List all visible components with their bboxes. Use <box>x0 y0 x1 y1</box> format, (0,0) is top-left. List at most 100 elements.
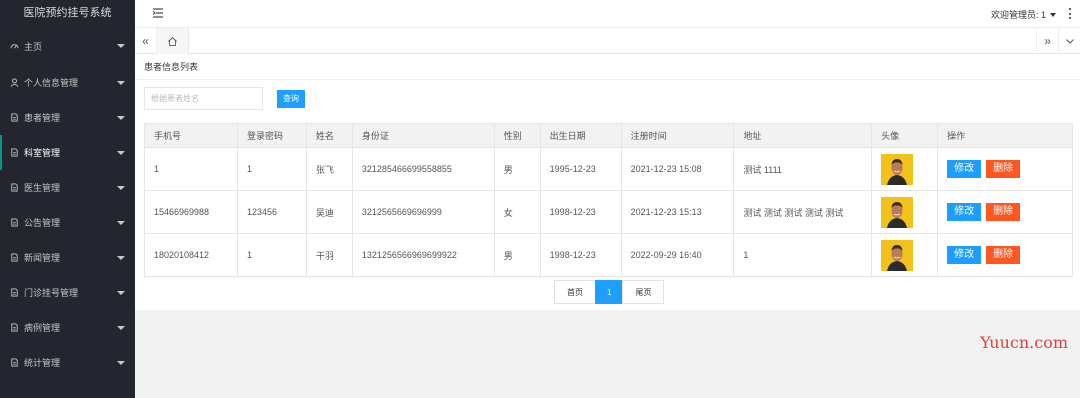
cell-address: 测试 测试 测试 测试 测试 <box>733 190 873 234</box>
panel-title: 患者信息列表 <box>135 54 1080 80</box>
sidebar: 医院预约挂号系统 主页 个人信息管理 患者管理 科室管理 医生管理 公告管理 新… <box>0 0 135 398</box>
sidebar-item-patients[interactable]: 患者管理 <box>0 100 135 135</box>
search-bar: 查询 <box>144 87 305 110</box>
tab-home[interactable] <box>157 28 189 54</box>
cell-phone: 18020108412 <box>144 233 238 277</box>
more-vertical-icon[interactable] <box>1068 8 1072 19</box>
column-header-password: 登录密码 <box>236 123 307 148</box>
cell-gender: 女 <box>493 190 541 234</box>
edit-button[interactable]: 修改 <box>947 160 982 178</box>
sidebar-item-registrations[interactable]: 门诊挂号管理 <box>0 275 135 310</box>
column-header-gender: 性别 <box>493 123 541 148</box>
sidebar-item-doctors[interactable]: 医生管理 <box>0 170 135 205</box>
top-header: 欢迎管理员: 1 <box>135 0 1080 28</box>
user-icon <box>9 78 19 88</box>
cell-name: 干羽 <box>305 233 353 277</box>
chevron-down-icon <box>117 255 125 260</box>
home-icon <box>168 36 177 46</box>
search-button[interactable]: 查询 <box>277 89 305 108</box>
cell-register-time: 2022-09-29 16:40 <box>620 233 735 277</box>
delete-button[interactable]: 删除 <box>986 160 1021 178</box>
sidebar-item-label: 主页 <box>24 41 43 52</box>
cell-avatar <box>871 190 939 234</box>
tab-scroll-left-icon[interactable]: « <box>135 28 157 54</box>
sidebar-item-label: 患者管理 <box>24 113 61 123</box>
app-root: 医院预约挂号系统 主页 个人信息管理 患者管理 科室管理 医生管理 公告管理 新… <box>0 0 1080 398</box>
column-header-name: 姓名 <box>305 123 353 148</box>
cell-register-time: 2021-12-23 15:13 <box>620 190 735 234</box>
cell-avatar <box>871 233 939 277</box>
cell-password: 1 <box>236 147 307 191</box>
chevron-down-icon <box>117 150 125 155</box>
cell-actions: 修改 删除 <box>937 233 1073 277</box>
sidebar-item-label: 病例管理 <box>24 323 61 333</box>
table-header-row: 手机号 登录密码 姓名 身份证 性别 出生日期 注册时间 地址 头像 操作 <box>144 123 1073 148</box>
cell-id-card: 3212565669696999 <box>351 190 495 234</box>
cell-id-card: 1321256566969699922 <box>351 233 495 277</box>
sidebar-item-announcements[interactable]: 公告管理 <box>0 205 135 240</box>
table-row: 1 1 张飞 321285466699558855 男 1995-12-23 2… <box>144 147 1073 191</box>
cell-password: 1 <box>236 233 307 277</box>
tab-scroll-right-icon[interactable]: » <box>1036 28 1058 54</box>
sidebar-item-label: 科室管理 <box>24 148 61 158</box>
avatar <box>881 196 914 228</box>
file-icon <box>9 113 19 123</box>
column-header-birthdate: 出生日期 <box>539 123 622 148</box>
last-page-link[interactable]: 尾页 <box>622 280 665 304</box>
edit-button[interactable]: 修改 <box>947 246 982 264</box>
cell-name: 张飞 <box>305 147 353 191</box>
sidebar-item-label: 医生管理 <box>24 183 61 193</box>
current-page-link[interactable]: 1 <box>595 280 624 304</box>
chevron-down-icon <box>117 290 125 295</box>
chevron-down-icon <box>117 325 125 330</box>
delete-button[interactable]: 删除 <box>986 203 1021 221</box>
sidebar-item-cases[interactable]: 病例管理 <box>0 310 135 345</box>
cell-address: 测试 1111 <box>733 147 873 191</box>
cell-birthdate: 1998-12-23 <box>539 190 622 234</box>
sidebar-item-label: 门诊挂号管理 <box>24 288 79 298</box>
cell-name: 吴迪 <box>305 190 353 234</box>
column-header-phone: 手机号 <box>144 123 238 148</box>
app-logo-title[interactable]: 医院预约挂号系统 <box>0 0 135 27</box>
tab-bar: « » <box>135 28 1080 54</box>
sidebar-item-profile[interactable]: 个人信息管理 <box>0 65 135 100</box>
cell-birthdate: 1995-12-23 <box>539 147 622 191</box>
file-icon <box>9 148 19 158</box>
file-icon <box>9 358 19 368</box>
delete-button[interactable]: 删除 <box>986 246 1021 264</box>
chevron-down-icon <box>117 115 125 120</box>
sidebar-item-statistics[interactable]: 统计管理 <box>0 345 135 380</box>
caret-down-icon <box>1050 12 1056 17</box>
first-page-link[interactable]: 首页 <box>554 280 596 304</box>
column-header-register-time: 注册时间 <box>620 123 735 148</box>
sidebar-item-departments[interactable]: 科室管理 <box>0 135 135 170</box>
file-icon <box>9 253 19 263</box>
column-header-actions: 操作 <box>937 123 1073 148</box>
patient-name-search-input[interactable] <box>144 87 263 110</box>
cell-birthdate: 1998-12-23 <box>539 233 622 277</box>
cell-phone: 1 <box>144 147 238 191</box>
pagination: 首页 1 尾页 <box>554 280 665 304</box>
cell-register-time: 2021-12-23 15:08 <box>620 147 735 191</box>
cell-phone: 15466969988 <box>144 190 238 234</box>
cell-password: 123456 <box>236 190 307 234</box>
sidebar-item-news[interactable]: 新闻管理 <box>0 240 135 275</box>
tab-options-icon[interactable] <box>1058 28 1080 54</box>
chevron-down-icon <box>117 360 125 365</box>
column-header-id-card: 身份证 <box>351 123 495 148</box>
edit-button[interactable]: 修改 <box>947 203 982 221</box>
sidebar-item-label: 个人信息管理 <box>24 78 79 88</box>
sidebar-item-home[interactable]: 主页 <box>0 27 135 65</box>
chevron-down-icon <box>117 220 125 225</box>
menu-toggle-icon[interactable] <box>152 7 164 19</box>
gauge-icon <box>9 41 19 51</box>
cell-gender: 男 <box>493 147 541 191</box>
user-menu[interactable]: 欢迎管理员: 1 <box>991 8 1056 21</box>
cell-gender: 男 <box>493 233 541 277</box>
sidebar-item-label: 公告管理 <box>24 218 61 228</box>
avatar <box>881 239 914 271</box>
column-header-address: 地址 <box>733 123 873 148</box>
table-row: 15466969988 123456 吴迪 3212565669696999 女… <box>144 190 1073 234</box>
cell-actions: 修改 删除 <box>937 147 1073 191</box>
main-panel: 患者信息列表 查询 手机号 登录密码 姓名 身份证 性别 出生日期 注册时间 地… <box>135 54 1080 310</box>
